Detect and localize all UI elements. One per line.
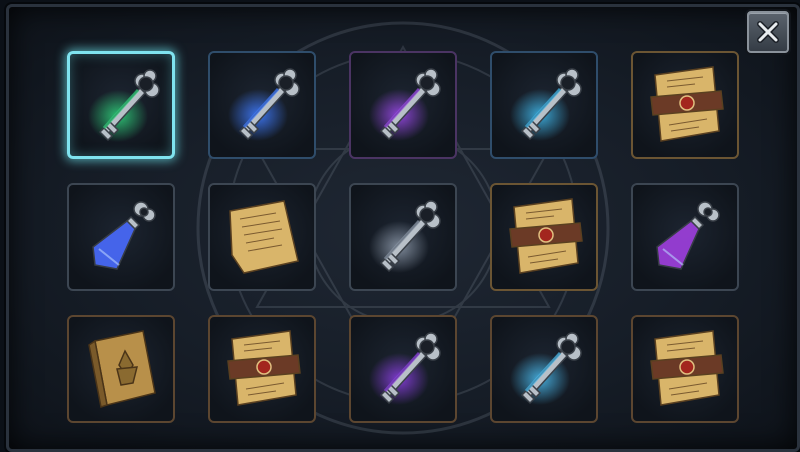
item-grid xyxy=(9,7,797,449)
inventory-slot-11[interactable] xyxy=(67,315,175,423)
scroll-sealed-icon xyxy=(509,198,583,274)
inventory-slot-5[interactable] xyxy=(631,51,739,159)
inventory-slot-10[interactable] xyxy=(631,183,739,291)
inventory-slot-7[interactable] xyxy=(208,183,316,291)
key-icon xyxy=(369,200,441,273)
parchment-icon xyxy=(229,200,299,274)
scroll-sealed-icon xyxy=(650,330,724,406)
scroll-sealed-icon xyxy=(227,330,301,406)
key-icon xyxy=(369,332,441,405)
inventory-slot-15[interactable] xyxy=(631,315,739,423)
inventory-slot-4[interactable] xyxy=(490,51,598,159)
inventory-slot-9[interactable] xyxy=(490,183,598,291)
close-icon xyxy=(757,21,779,43)
inventory-slot-13[interactable] xyxy=(349,315,457,423)
inventory-slot-6[interactable] xyxy=(67,183,175,291)
key-icon xyxy=(369,68,441,141)
inventory-slot-14[interactable] xyxy=(490,315,598,423)
inventory-slot-3[interactable] xyxy=(349,51,457,159)
key-icon xyxy=(228,68,300,141)
inventory-slot-12[interactable] xyxy=(208,315,316,423)
inventory-slot-2[interactable] xyxy=(208,51,316,159)
key-icon xyxy=(510,68,582,141)
potion-icon xyxy=(656,201,720,270)
key-icon xyxy=(510,332,582,405)
inventory-panel xyxy=(6,4,800,452)
inventory-slot-8[interactable] xyxy=(349,183,457,291)
potion-icon xyxy=(92,201,156,270)
close-button[interactable] xyxy=(747,11,789,53)
book-icon xyxy=(88,330,156,408)
inventory-slot-1[interactable] xyxy=(67,51,175,159)
key-icon xyxy=(88,69,160,142)
scroll-sealed-icon xyxy=(650,66,724,142)
